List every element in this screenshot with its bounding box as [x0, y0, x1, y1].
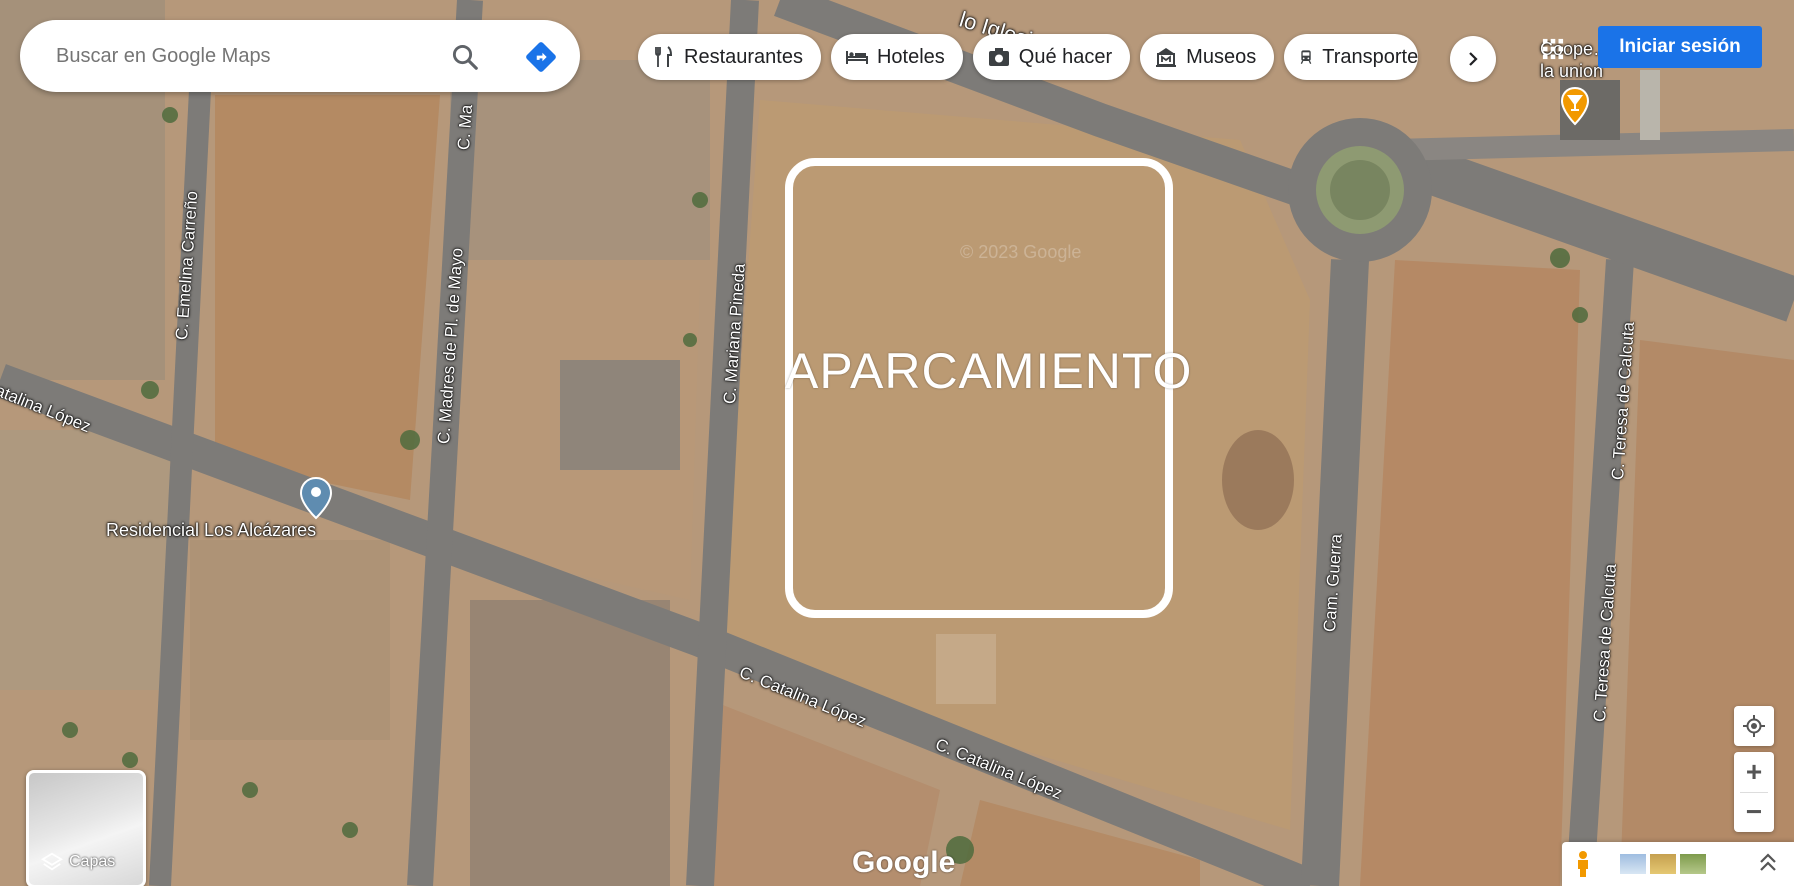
google-logo: Google	[852, 846, 956, 879]
zoom-controls: + −	[1734, 752, 1774, 832]
zoom-in-button[interactable]: +	[1734, 752, 1774, 792]
imagery-thumbnail-2[interactable]	[1650, 854, 1676, 874]
imagery-thumbnail-1[interactable]	[1620, 854, 1646, 874]
signin-button[interactable]: Iniciar sesión	[1598, 26, 1762, 68]
chip-label: Museos	[1186, 45, 1257, 68]
transit-icon	[1300, 50, 1312, 64]
bottom-map-bar	[1562, 842, 1794, 886]
map-watermark: © 2023 Google	[960, 242, 1082, 262]
imagery-thumbnail-3[interactable]	[1680, 854, 1706, 874]
camera-icon	[988, 48, 1009, 66]
layers-icon	[41, 852, 63, 871]
map-canvas[interactable]: lo Iglesias C. Emelina Carreño C. Madres…	[0, 0, 1794, 886]
zoom-out-button[interactable]: −	[1734, 792, 1774, 832]
chip-restaurantes[interactable]: Restaurantes	[638, 34, 821, 80]
directions-icon[interactable]	[524, 40, 558, 74]
zoom-divider	[1740, 792, 1768, 793]
chevrons-up-icon[interactable]	[1758, 852, 1778, 874]
chip-museos[interactable]: Museos	[1140, 34, 1275, 80]
layers-button[interactable]: Capas	[26, 770, 146, 886]
chips-scroll-next-button[interactable]	[1450, 36, 1496, 82]
street-label-ma-top: C. Ma	[454, 104, 477, 151]
my-location-button[interactable]	[1734, 706, 1774, 746]
crosshair-icon	[1743, 715, 1765, 737]
chip-transporte[interactable]: Transporte	[1284, 34, 1419, 80]
search-input[interactable]	[54, 35, 438, 77]
restaurant-icon	[655, 46, 673, 67]
category-chips: Restaurantes Hoteles Qué hacer Museos Tr…	[638, 34, 1419, 82]
museum-icon	[1156, 48, 1177, 67]
apps-grid-icon[interactable]	[1542, 38, 1564, 60]
poi-label-residencial[interactable]: Residencial Los Alcázares	[106, 520, 316, 541]
chip-hoteles[interactable]: Hoteles	[830, 34, 963, 80]
layers-label: Capas	[69, 853, 116, 870]
hotel-icon	[845, 51, 868, 64]
chip-label: Qué hacer	[1018, 45, 1113, 68]
chip-que-hacer[interactable]: Qué hacer	[972, 34, 1131, 80]
pegman-icon[interactable]	[1574, 850, 1592, 878]
chevron-right-icon	[1469, 52, 1478, 66]
search-box	[20, 20, 580, 92]
search-icon[interactable]	[450, 42, 480, 72]
chip-label: Restaurantes	[684, 45, 803, 68]
bar-pin-icon[interactable]	[1560, 86, 1590, 126]
chip-label: Transporte	[1322, 45, 1419, 68]
chip-label: Hoteles	[876, 45, 945, 68]
place-pin-icon[interactable]	[299, 476, 333, 520]
parking-area-label: APARCAMIENTO	[785, 343, 1193, 399]
